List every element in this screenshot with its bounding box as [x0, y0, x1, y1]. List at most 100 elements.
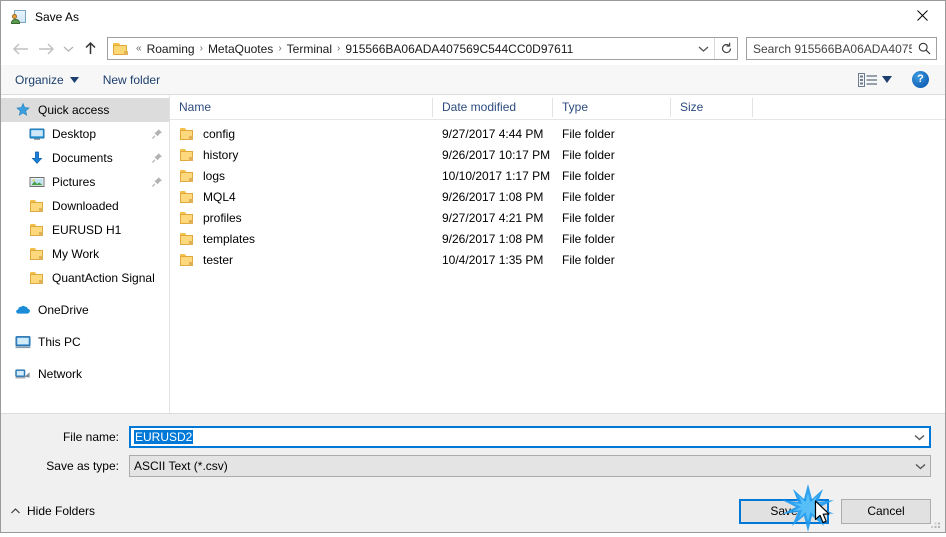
column-header-date-modified[interactable]: Date modified	[433, 97, 553, 117]
file-date-cell: 9/27/2017 4:21 PM	[442, 210, 544, 225]
file-name-cell: config	[170, 126, 433, 142]
chevron-down-icon	[698, 46, 708, 52]
hide-folders-label: Hide Folders	[27, 504, 96, 518]
file-type-cell: File folder	[562, 126, 615, 141]
folder-icon	[179, 189, 195, 205]
folder-icon	[179, 252, 195, 268]
sidebar-item-quick-access[interactable]: Quick access	[1, 98, 169, 122]
organize-label: Organize	[15, 72, 64, 87]
sidebar-item-desktop[interactable]: Desktop	[1, 122, 169, 146]
sidebar-item-this-pc[interactable]: This PC	[1, 330, 169, 354]
file-type-cell: File folder	[562, 210, 615, 225]
file-type-cell: File folder	[562, 189, 615, 204]
table-row[interactable]: templates 9/26/2017 1:08 PM File folder	[170, 228, 945, 249]
file-name-value: EURUSD2	[134, 430, 194, 444]
view-mode-dropdown-button[interactable]	[882, 76, 892, 83]
column-headers: Name Date modified Type Size	[170, 95, 945, 120]
refresh-icon	[721, 42, 731, 54]
sidebar-item-my-work[interactable]: My Work	[1, 242, 169, 266]
file-name-cell: history	[170, 147, 433, 163]
table-row[interactable]: logs 10/10/2017 1:17 PM File folder	[170, 165, 945, 186]
search-box[interactable]: Search 915566BA06ADA40756...	[746, 37, 937, 60]
file-name-text: profiles	[203, 210, 242, 225]
table-row[interactable]: MQL4 9/26/2017 1:08 PM File folder	[170, 186, 945, 207]
up-arrow-icon	[84, 41, 96, 54]
breadcrumb-item-2[interactable]: Terminal	[285, 42, 334, 56]
network-icon	[15, 366, 31, 382]
file-name-row: File name: EURUSD2	[15, 426, 931, 448]
view-mode-button[interactable]	[858, 72, 878, 88]
documents-download-icon	[29, 150, 45, 166]
save-form: File name: EURUSD2 Save as type: ASCII T…	[1, 413, 945, 490]
save-as-type-dropdown-button[interactable]	[910, 463, 930, 470]
refresh-button[interactable]	[714, 38, 737, 59]
address-bar[interactable]: « Roaming › MetaQuotes › Terminal › 9155…	[107, 37, 738, 60]
file-type-cell: File folder	[562, 168, 615, 183]
search-input[interactable]: Search 915566BA06ADA40756...	[747, 42, 912, 56]
navigation-sidebar: Quick access Desktop Documents Pictures …	[1, 95, 170, 413]
table-row[interactable]: history 9/26/2017 10:17 PM File folder	[170, 144, 945, 165]
breadcrumb-item-1[interactable]: MetaQuotes	[206, 42, 275, 56]
dialog-body: Quick access Desktop Documents Pictures …	[1, 95, 945, 413]
file-name-cell: templates	[170, 231, 433, 247]
file-name-input[interactable]: EURUSD2	[129, 426, 931, 448]
pin-icon	[151, 152, 163, 164]
sidebar-item-label: Network	[38, 367, 83, 381]
file-type-cell: File folder	[562, 147, 615, 162]
back-button[interactable]	[7, 36, 33, 62]
save-as-type-select[interactable]: ASCII Text (*.csv)	[129, 455, 931, 477]
close-button[interactable]	[900, 1, 945, 30]
dialog-footer: Hide Folders Save Cancel	[1, 490, 945, 532]
save-button[interactable]: Save	[739, 498, 829, 524]
sidebar-item-eurusd-h1[interactable]: EURUSD H1	[1, 218, 169, 242]
up-button[interactable]	[77, 36, 103, 62]
help-icon[interactable]: ?	[912, 71, 929, 88]
file-date-cell: 10/10/2017 1:17 PM	[442, 168, 551, 183]
table-row[interactable]: profiles 9/27/2017 4:21 PM File folder	[170, 207, 945, 228]
sidebar-item-quantaction-signal[interactable]: QuantAction Signal	[1, 266, 169, 290]
file-type-cell: File folder	[562, 231, 615, 246]
sidebar-item-pictures[interactable]: Pictures	[1, 170, 169, 194]
save-button-label: Save	[770, 504, 798, 518]
file-name-dropdown-button[interactable]	[909, 434, 929, 441]
file-date-cell: 10/4/2017 1:35 PM	[442, 252, 544, 267]
folder-icon	[29, 198, 45, 214]
forward-button[interactable]	[33, 36, 59, 62]
file-date-cell: 9/26/2017 1:08 PM	[442, 189, 544, 204]
cancel-button[interactable]: Cancel	[841, 498, 931, 524]
organize-button[interactable]: Organize	[15, 73, 79, 87]
save-as-icon	[11, 9, 27, 25]
recent-locations-button[interactable]	[59, 36, 77, 62]
address-dropdown-button[interactable]	[692, 38, 714, 59]
hide-folders-button[interactable]: Hide Folders	[11, 504, 95, 518]
file-date-cell: 9/26/2017 10:17 PM	[442, 147, 551, 162]
file-name-text: config	[203, 126, 236, 141]
command-bar: Organize New folder ?	[1, 65, 945, 95]
table-row[interactable]: config 9/27/2017 4:44 PM File folder	[170, 123, 945, 144]
column-header-size[interactable]: Size	[671, 97, 753, 117]
sidebar-item-network[interactable]: Network	[1, 362, 169, 386]
sidebar-item-downloaded[interactable]: Downloaded	[1, 194, 169, 218]
save-as-type-value: ASCII Text (*.csv)	[134, 459, 228, 473]
chevron-down-icon	[63, 46, 73, 52]
save-as-type-row: Save as type: ASCII Text (*.csv)	[15, 455, 931, 477]
close-icon	[917, 10, 928, 21]
sidebar-item-documents[interactable]: Documents	[1, 146, 169, 170]
file-name-cell: MQL4	[170, 189, 433, 205]
column-header-type[interactable]: Type	[553, 97, 671, 117]
resize-grip-icon[interactable]	[930, 518, 942, 530]
breadcrumb-item-0[interactable]: Roaming	[145, 42, 197, 56]
new-folder-button[interactable]: New folder	[103, 73, 160, 87]
sidebar-item-onedrive[interactable]: OneDrive	[1, 298, 169, 322]
cancel-button-label: Cancel	[867, 504, 905, 518]
table-row[interactable]: tester 10/4/2017 1:35 PM File folder	[170, 249, 945, 270]
sidebar-item-label: Pictures	[52, 175, 96, 189]
new-folder-label: New folder	[102, 72, 161, 87]
breadcrumb-item-3[interactable]: 915566BA06ADA407569C544CC0D97611	[343, 42, 692, 56]
column-header-name[interactable]: Name	[170, 97, 433, 117]
breadcrumb-separator: ›	[278, 43, 282, 54]
title-bar: Save As	[1, 1, 945, 32]
folder-icon	[179, 168, 195, 184]
folder-icon	[29, 270, 45, 286]
file-name-label: File name:	[62, 430, 119, 444]
